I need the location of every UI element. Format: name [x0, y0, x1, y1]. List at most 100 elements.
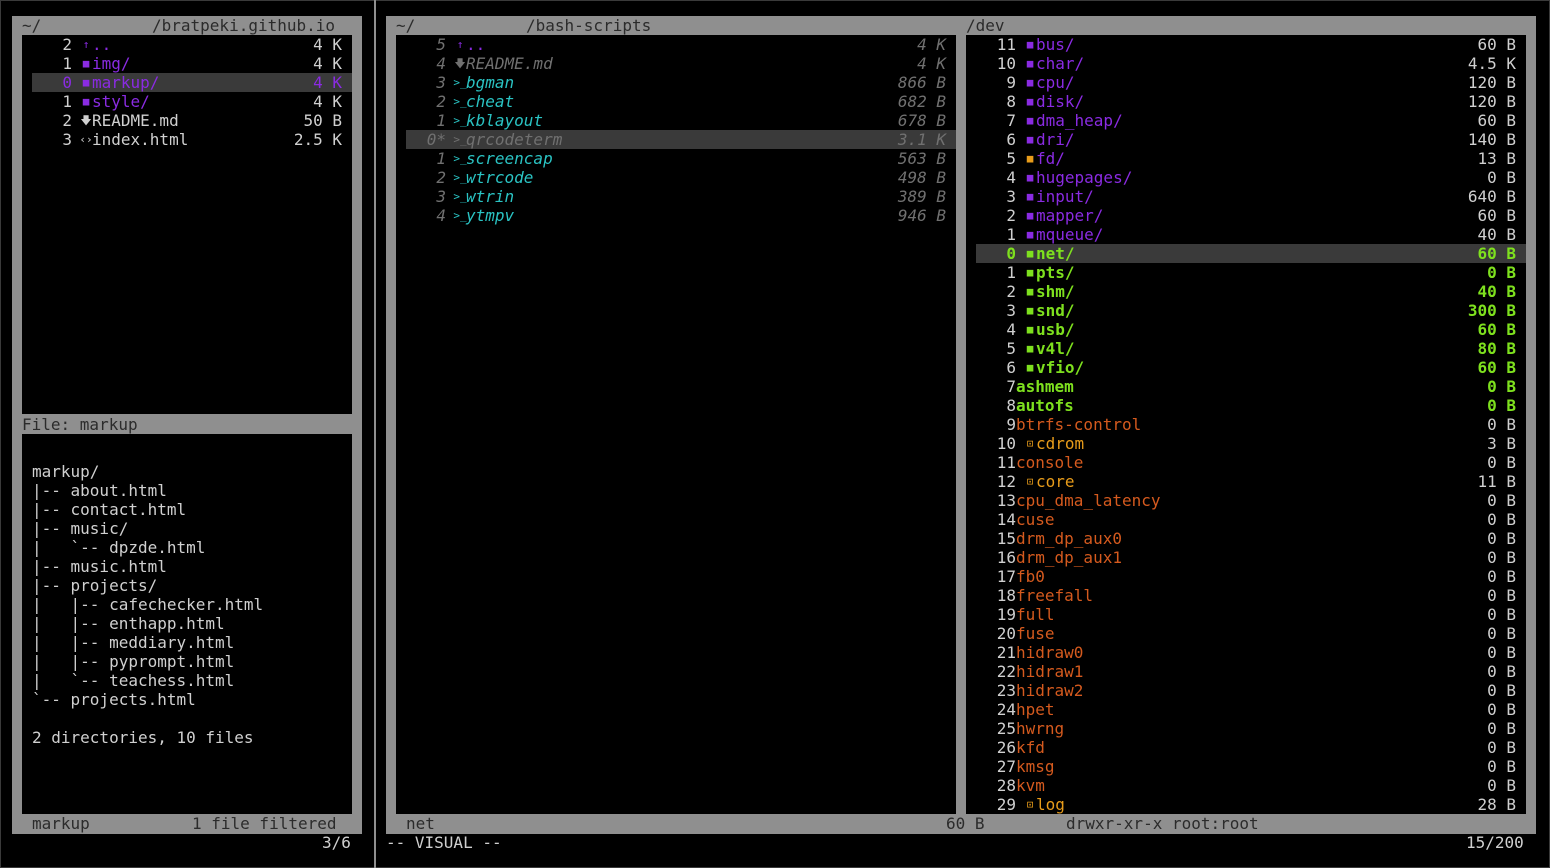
file-row[interactable]: 3 >_ bgman 866 B [406, 73, 956, 92]
file-row[interactable]: 4 ■ hugepages/0 B [976, 168, 1526, 187]
file-row[interactable]: 8 ■ disk/120 B [976, 92, 1526, 111]
file-name: pts/ [1036, 263, 1075, 282]
file-row[interactable]: 19 full 0 B [976, 605, 1526, 624]
line-number: 17 [996, 567, 1016, 586]
file-size: 0 B [1487, 757, 1516, 776]
line-number: 3 [1006, 187, 1016, 206]
file-row[interactable]: 11 console 0 B [976, 453, 1526, 472]
file-row[interactable]: 9 ■ cpu/120 B [976, 73, 1526, 92]
file-size: 0 B [1487, 605, 1516, 624]
file-row[interactable]: 2 ↑.. 4 K [32, 35, 352, 54]
file-row[interactable]: 6 ■ dri/140 B [976, 130, 1526, 149]
file-row[interactable]: 20 fuse 0 B [976, 624, 1526, 643]
left-position: 3/6 [322, 833, 351, 852]
line-number: 1 [62, 54, 72, 73]
file-row[interactable]: 0* >_ qrcodeterm 3.1 K [406, 130, 956, 149]
file-name: cpu/ [1036, 73, 1075, 92]
right-file-list[interactable]: 11 ■ bus/60 B 10 ■ char/4.5 K 9 ■ cpu/120 B 8 ■ dis… [966, 35, 1526, 814]
file-name: char/ [1036, 54, 1085, 73]
file-row[interactable]: 18 freefall 0 B [976, 586, 1526, 605]
line-number: 9 [1006, 415, 1016, 434]
file-size: 0 B [1487, 491, 1516, 510]
file-row[interactable]: 1 >_ screencap 563 B [406, 149, 956, 168]
file-row[interactable]: 2 ■ shm/40 B [976, 282, 1526, 301]
file-row[interactable]: 24 hpet 0 B [976, 700, 1526, 719]
file-row[interactable]: 2 🡇 README.md 50 B [32, 111, 352, 130]
file-row[interactable]: 1 ■ style/4 K [32, 92, 352, 111]
line-number: 19 [996, 605, 1016, 624]
file-row[interactable]: 4 ■ usb/60 B [976, 320, 1526, 339]
file-row[interactable]: 2 >_ wtrcode 498 B [406, 168, 956, 187]
file-row[interactable]: 12 ⊡ core 11 B [976, 472, 1526, 491]
file-name: .. [466, 35, 486, 54]
line-number: 13 [996, 491, 1016, 510]
line-number: 6 [1006, 130, 1016, 149]
middle-file-list[interactable]: 5 ↑.. 4 K 4 🡇 README.md 4 K 3 >_ bgman 866 B 2 >_ che… [396, 35, 956, 814]
file-row[interactable]: 10 ■ char/4.5 K [976, 54, 1526, 73]
tree-line: `-- projects.html [32, 690, 196, 709]
left-file-list[interactable]: 2 ↑.. 4 K 1 ■ img/4 K 0 ■ markup/4 K 1 ■ style/4 K2… [22, 35, 352, 414]
file-row[interactable]: 0 ■ markup/4 K [32, 73, 352, 92]
line-number: 1 [436, 111, 446, 130]
line-number: 29 [996, 795, 1016, 814]
tree-line: markup/ [32, 462, 100, 481]
file-row[interactable]: 9 btrfs-control 0 B [976, 415, 1526, 434]
file-row[interactable]: 23 hidraw2 0 B [976, 681, 1526, 700]
file-row[interactable]: 6 ■ vfio/60 B [976, 358, 1526, 377]
file-row[interactable]: 29 ⊡ log 28 B [976, 795, 1526, 814]
file-size: 4 K [917, 54, 946, 73]
file-row[interactable]: 3 ■ input/640 B [976, 187, 1526, 206]
line-number: 6 [1006, 358, 1016, 377]
file-row[interactable]: 3 ■ snd/300 B [976, 301, 1526, 320]
file-row[interactable]: 15 drm_dp_aux0 0 B [976, 529, 1526, 548]
file-size: 28 B [1477, 795, 1516, 814]
file-size: 60 B [1477, 111, 1516, 130]
file-row[interactable]: 13 cpu_dma_latency 0 B [976, 491, 1526, 510]
file-row[interactable]: 1 ■ img/4 K [32, 54, 352, 73]
file-row[interactable]: 1 >_ kblayout 678 B [406, 111, 956, 130]
file-row[interactable]: 3 >_ wtrin 389 B [406, 187, 956, 206]
file-row[interactable]: 5 ↑.. 4 K [406, 35, 956, 54]
file-row[interactable]: 28 kvm 0 B [976, 776, 1526, 795]
file-name: qrcodeterm [466, 130, 563, 149]
line-number: 7 [1006, 377, 1016, 396]
file-row[interactable]: 17 fb0 0 B [976, 567, 1526, 586]
file-row[interactable]: 3 ‹› index.html 2.5 K [32, 130, 352, 149]
file-name: img/ [92, 54, 131, 73]
file-row[interactable]: 7 ashmem 0 B [976, 377, 1526, 396]
file-name: fb0 [1016, 567, 1045, 586]
file-name: hidraw0 [1016, 643, 1084, 662]
file-row[interactable]: 0 ■ net/60 B [976, 244, 1526, 263]
file-name: kblayout [466, 111, 544, 130]
tree-line: |-- music.html [32, 557, 167, 576]
file-row[interactable]: 5 ■ fd/13 B [976, 149, 1526, 168]
file-row[interactable]: 14 cuse 0 B [976, 510, 1526, 529]
file-row[interactable]: 16 drm_dp_aux1 0 B [976, 548, 1526, 567]
file-row[interactable]: 5 ■ v4l/80 B [976, 339, 1526, 358]
file-row[interactable]: 11 ■ bus/60 B [976, 35, 1526, 54]
file-row[interactable]: 10 ⊡ cdrom 3 B [976, 434, 1526, 453]
file-row[interactable]: 27 kmsg 0 B [976, 757, 1526, 776]
file-row[interactable]: 1 ■ mqueue/40 B [976, 225, 1526, 244]
file-row[interactable]: 7 ■ dma_heap/60 B [976, 111, 1526, 130]
file-row[interactable]: 1 ■ pts/0 B [976, 263, 1526, 282]
line-number: 15 [996, 529, 1016, 548]
file-row[interactable]: 26 kfd 0 B [976, 738, 1526, 757]
tree-line: | `-- dpzde.html [32, 538, 206, 557]
file-name: hidraw2 [1016, 681, 1084, 700]
line-number: 5 [1006, 149, 1016, 168]
file-size: 4.5 K [1467, 54, 1516, 73]
preview-tree: markup/|-- about.html |-- contact.html |--… [32, 462, 263, 747]
file-row[interactable]: 2 ■ mapper/60 B [976, 206, 1526, 225]
file-size: 946 B [897, 206, 946, 225]
file-row[interactable]: 25 hwrng 0 B [976, 719, 1526, 738]
file-row[interactable]: 22 hidraw1 0 B [976, 662, 1526, 681]
file-row[interactable]: 4 🡇 README.md 4 K [406, 54, 956, 73]
file-row[interactable]: 21 hidraw0 0 B [976, 643, 1526, 662]
window-divider [374, 0, 376, 868]
left-footer-filter: 1 file filtered [192, 814, 337, 833]
file-row[interactable]: 8 autofs 0 B [976, 396, 1526, 415]
file-row[interactable]: 2 >_ cheat 682 B [406, 92, 956, 111]
file-row[interactable]: 4 >_ ytmpv 946 B [406, 206, 956, 225]
file-size: 563 B [897, 149, 946, 168]
